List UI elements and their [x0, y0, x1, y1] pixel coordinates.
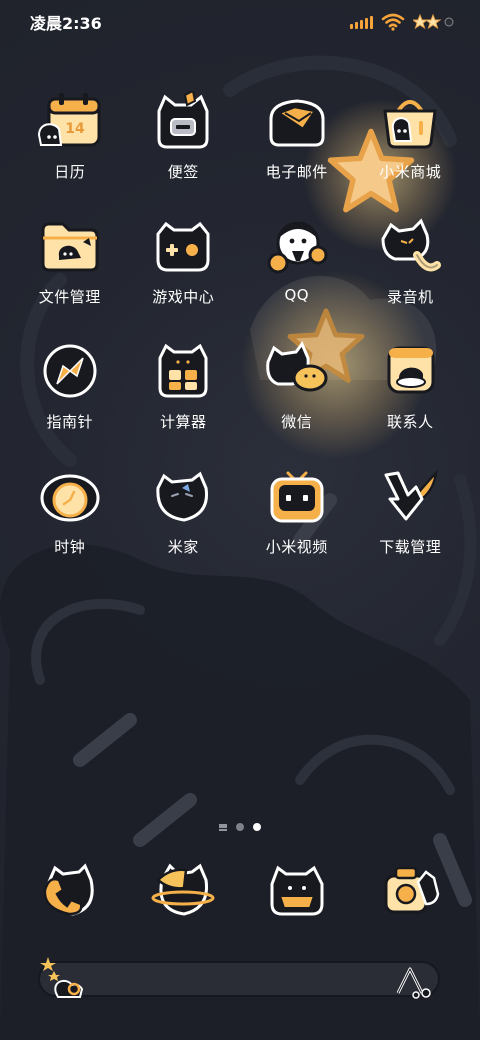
app-label: QQ: [284, 286, 310, 304]
app-label: 下载管理: [379, 538, 442, 556]
app-label: 计算器: [159, 413, 207, 431]
calculator-icon: [147, 338, 219, 404]
page-dot[interactable]: [236, 823, 244, 831]
clock-time: 凌晨2:36: [30, 14, 102, 33]
gamepad-icon: [147, 213, 219, 279]
app-label: 指南针: [46, 413, 93, 431]
browser-icon: [151, 863, 215, 916]
app-label: 游戏中心: [152, 288, 215, 306]
app-contacts[interactable]: 联系人: [354, 338, 468, 445]
messages-icon: [270, 865, 324, 916]
signal-icon: [350, 15, 373, 29]
app-mi-home[interactable]: 米家: [127, 463, 241, 570]
app-label: 联系人: [386, 413, 434, 431]
app-notes[interactable]: 便签: [127, 88, 241, 195]
app-calculator[interactable]: 计算器: [127, 338, 241, 445]
dock: [13, 860, 467, 920]
download-arrow-icon: [374, 463, 446, 529]
battery-icon: [413, 14, 454, 30]
app-downloads[interactable]: 下载管理: [354, 463, 468, 570]
compass-icon: [34, 338, 106, 404]
xiaoai-assistant-icon[interactable]: [392, 963, 434, 999]
folder-icon: [34, 213, 106, 279]
camera-icon: [384, 866, 440, 914]
app-label: 米家: [167, 538, 199, 556]
search-bar[interactable]: [38, 957, 440, 999]
app-game-center[interactable]: 游戏中心: [127, 213, 241, 320]
calendar-icon: 14: [34, 88, 106, 154]
page-dot-active[interactable]: [253, 823, 261, 831]
app-label: 小米商城: [379, 163, 442, 181]
tv-icon: [261, 463, 333, 529]
app-grid: 14 日历 便签 电子邮件 小米商城 文件管理 游戏中心 QQ 录音机 指南针 …: [13, 88, 467, 570]
phone-icon: [43, 863, 94, 916]
notes-icon: [147, 88, 219, 154]
app-compass[interactable]: 指南针: [13, 338, 127, 445]
search-bar-cat-decoration: [40, 957, 84, 998]
home-screen: 凌晨2:36 14 日历 便签 电子邮件 小米商城 文件管理 游戏中心 QQ 录…: [0, 0, 480, 1040]
shopping-basket-icon: [374, 88, 446, 154]
app-mi-store[interactable]: 小米商城: [354, 88, 468, 195]
dock-messages[interactable]: [240, 860, 354, 920]
app-label: 小米视频: [265, 538, 328, 556]
app-label: 文件管理: [38, 288, 101, 306]
clock-icon: [34, 463, 106, 529]
app-file-manager[interactable]: 文件管理: [13, 213, 127, 320]
dock-phone[interactable]: [13, 860, 127, 920]
app-clock[interactable]: 时钟: [13, 463, 127, 570]
home-icon: [147, 463, 219, 529]
app-mi-video[interactable]: 小米视频: [240, 463, 354, 570]
app-qq[interactable]: QQ: [240, 213, 354, 320]
app-label: 录音机: [386, 288, 434, 306]
microphone-icon: [374, 213, 446, 279]
contacts-icon: [374, 338, 446, 404]
app-email[interactable]: 电子邮件: [240, 88, 354, 195]
page-indicator: [0, 823, 480, 831]
status-icons: [350, 13, 454, 31]
wifi-icon: [381, 13, 405, 31]
app-recorder[interactable]: 录音机: [354, 213, 468, 320]
email-icon: [261, 88, 333, 154]
app-label: 微信: [281, 413, 313, 431]
dock-camera[interactable]: [354, 860, 468, 920]
chat-icon: [261, 338, 333, 404]
svg-text:14: 14: [65, 121, 85, 137]
app-label: 日历: [54, 163, 86, 181]
app-label: 电子邮件: [265, 163, 328, 181]
penguin-icon: [261, 213, 333, 279]
dock-browser[interactable]: [127, 860, 241, 920]
status-bar: 凌晨2:36: [0, 0, 480, 44]
app-label: 时钟: [54, 538, 86, 556]
app-calendar[interactable]: 14 日历: [13, 88, 127, 195]
app-label: 便签: [167, 163, 199, 181]
menu-icon[interactable]: [219, 823, 227, 831]
app-wechat[interactable]: 微信: [240, 338, 354, 445]
